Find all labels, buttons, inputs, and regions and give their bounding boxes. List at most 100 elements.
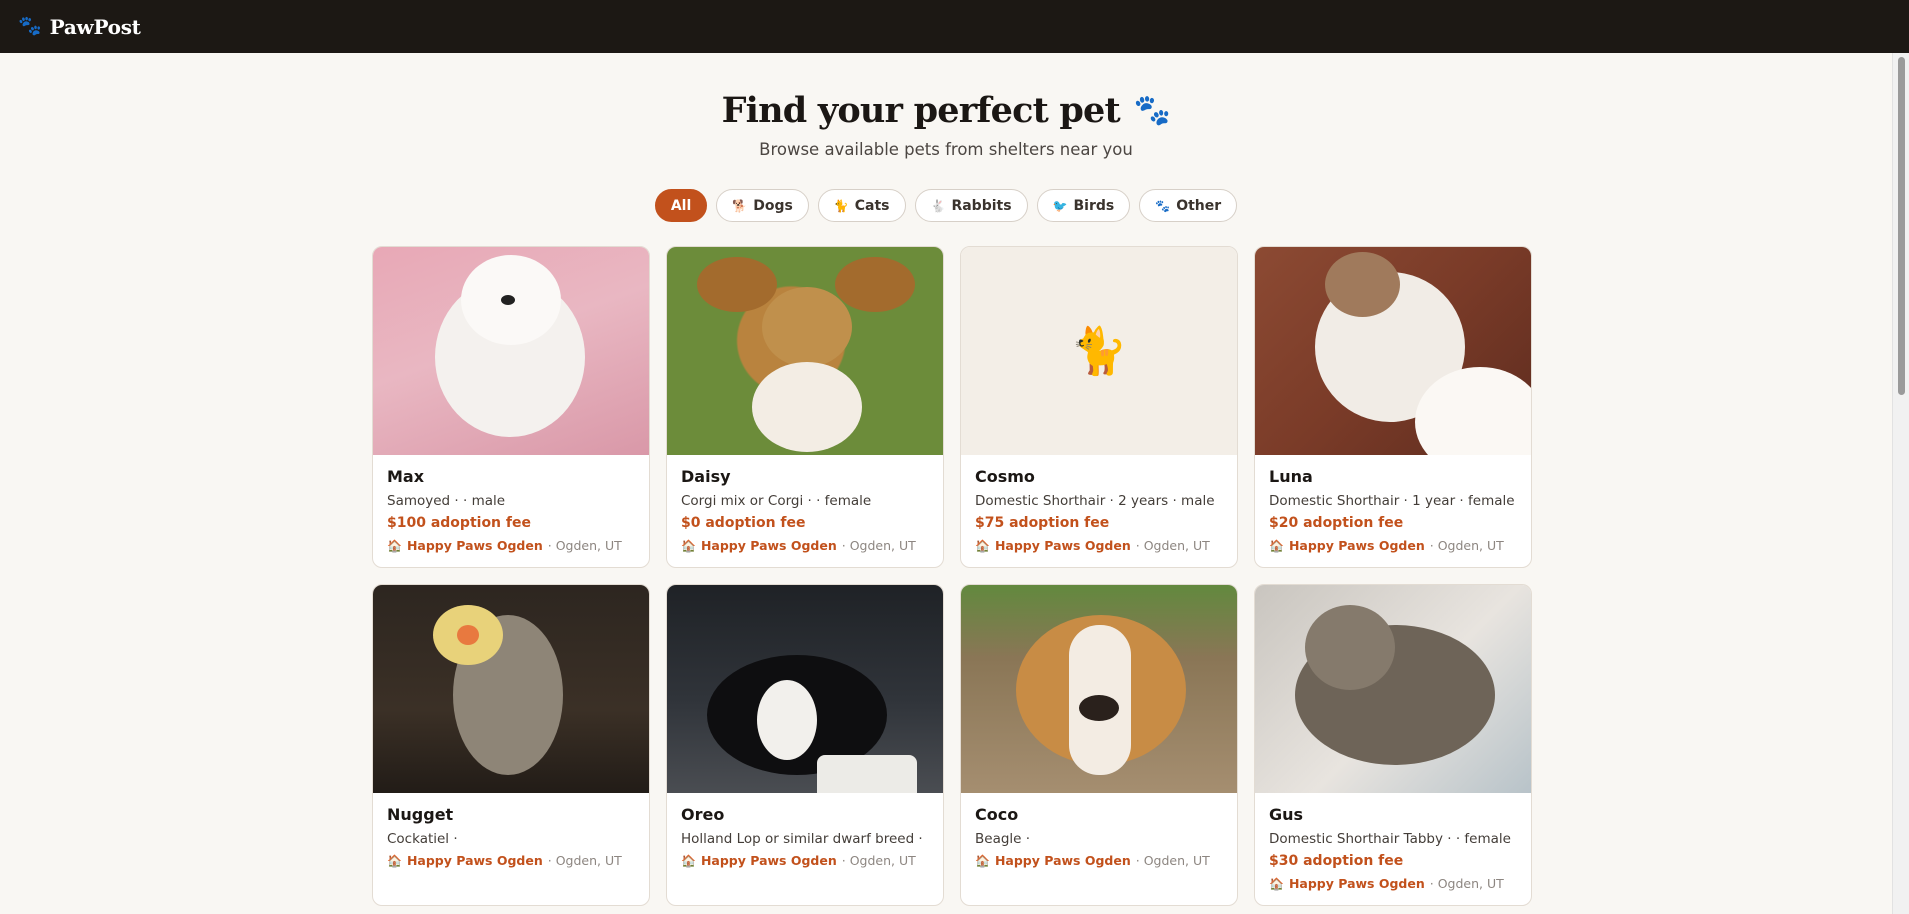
filter-all[interactable]: All [654, 189, 708, 222]
shelter-info: 🏠 Happy Paws Ogden · Ogden, UT [387, 538, 635, 553]
cat-icon: 🐈 [1070, 323, 1128, 378]
dog-icon: 🐕 [732, 198, 748, 213]
pet-name: Luna [1269, 467, 1313, 486]
pet-name: Max [387, 467, 425, 486]
filter-label: Dogs [753, 197, 793, 214]
filter-label: Other [1176, 197, 1222, 214]
filter-label: Cats [854, 197, 890, 214]
white-calico-cat-photo [1255, 247, 1531, 455]
shelter-info: 🏠 Happy Paws Ogden · Ogden, UT [975, 853, 1223, 868]
pet-card-oreo[interactable]: Oreo Holland Lop or similar dwarf breed … [666, 584, 944, 906]
shelter-location: · Ogden, UT [841, 538, 916, 553]
shelter-name-link[interactable]: Happy Paws Ogden [407, 538, 543, 553]
pet-name: Coco [975, 805, 1019, 824]
cat-patch-shape [1325, 252, 1400, 317]
house-icon: 🏠 [975, 538, 990, 553]
paw-icon: 🐾 [1155, 198, 1171, 213]
bird-icon: 🐦 [1052, 198, 1068, 213]
shelter-info: 🏠 Happy Paws Ogden · Ogden, UT [1269, 876, 1517, 891]
pet-details: Domestic Shorthair Tabby · · female [1269, 831, 1511, 847]
pet-details: Cockatiel · [387, 831, 458, 847]
page-title: Find your perfect pet 🐾 [722, 90, 1172, 131]
adoption-fee: $0 adoption fee [681, 515, 806, 531]
pet-details: Domestic Shorthair · 1 year · female [1269, 493, 1515, 509]
cockatiel-photo [373, 585, 649, 793]
filter-other[interactable]: 🐾 Other [1139, 189, 1238, 222]
filter-dogs[interactable]: 🐕 Dogs [716, 189, 809, 222]
shelter-location: · Ogden, UT [1429, 876, 1504, 891]
adoption-fee: $20 adoption fee [1269, 515, 1404, 531]
house-icon: 🏠 [387, 853, 402, 868]
house-icon: 🏠 [681, 853, 696, 868]
house-icon: 🏠 [1269, 538, 1284, 553]
scrollbar-thumb[interactable] [1898, 57, 1905, 395]
rabbit-white-band-shape [757, 680, 817, 760]
dog-ear-shape [697, 257, 777, 312]
page-scrollbar[interactable] [1892, 53, 1909, 914]
shelter-info: 🏠 Happy Paws Ogden · Ogden, UT [1269, 538, 1517, 553]
filter-label: Rabbits [951, 197, 1012, 214]
shelter-info: 🏠 Happy Paws Ogden · Ogden, UT [975, 538, 1223, 553]
filter-label: All [670, 197, 692, 214]
shelter-info: 🏠 Happy Paws Ogden · Ogden, UT [387, 853, 635, 868]
paw-prints-icon: 🐾 [1133, 93, 1171, 128]
shelter-name-link[interactable]: Happy Paws Ogden [701, 538, 837, 553]
hero-section: Find your perfect pet 🐾 Browse available… [0, 90, 1892, 159]
filter-cats[interactable]: 🐈 Cats [817, 189, 906, 222]
filter-birds[interactable]: 🐦 Birds [1036, 189, 1131, 222]
pet-card-daisy[interactable]: Daisy Corgi mix or Corgi · · female $0 a… [666, 246, 944, 568]
house-icon: 🏠 [681, 538, 696, 553]
shelter-location: · Ogden, UT [1135, 853, 1210, 868]
food-bowl-shape [817, 755, 917, 793]
brand-logo-link[interactable]: 🐾 PawPost [18, 15, 141, 39]
cat-head-shape [1305, 605, 1395, 690]
pet-name: Daisy [681, 467, 731, 486]
filter-rabbits[interactable]: 🐇 Rabbits [914, 189, 1028, 222]
house-icon: 🏠 [975, 853, 990, 868]
pet-grid: Max Samoyed · · male $100 adoption fee 🏠… [372, 246, 1532, 906]
tabby-cat-photo [1255, 585, 1531, 793]
dog-chest-shape [752, 362, 862, 452]
shelter-location: · Ogden, UT [547, 853, 622, 868]
pet-name: Nugget [387, 805, 454, 824]
shelter-name-link[interactable]: Happy Paws Ogden [995, 538, 1131, 553]
top-navbar: 🐾 PawPost [0, 0, 1909, 53]
dog-nose-shape [501, 295, 515, 305]
pet-name: Gus [1269, 805, 1304, 824]
cat-icon: 🐈 [833, 198, 849, 213]
adoption-fee: $100 adoption fee [387, 515, 531, 531]
house-icon: 🏠 [1269, 876, 1284, 891]
beagle-photo [961, 585, 1237, 793]
dog-on-grass-photo [667, 247, 943, 455]
shelter-name-link[interactable]: Happy Paws Ogden [1289, 538, 1425, 553]
adoption-fee: $30 adoption fee [1269, 853, 1404, 869]
dog-head-shape [762, 287, 852, 367]
shelter-location: · Ogden, UT [1135, 538, 1210, 553]
shelter-name-link[interactable]: Happy Paws Ogden [407, 853, 543, 868]
shelter-name-link[interactable]: Happy Paws Ogden [701, 853, 837, 868]
pet-name: Cosmo [975, 467, 1035, 486]
pet-card-gus[interactable]: Gus Domestic Shorthair Tabby · · female … [1254, 584, 1532, 906]
dog-nose-shape [1079, 695, 1119, 721]
pet-details: Holland Lop or similar dwarf breed · [681, 831, 923, 847]
shelter-name-link[interactable]: Happy Paws Ogden [995, 853, 1131, 868]
shelter-location: · Ogden, UT [547, 538, 622, 553]
pet-card-nugget[interactable]: Nugget Cockatiel · 🏠 Happy Paws Ogden · … [372, 584, 650, 906]
house-icon: 🏠 [387, 538, 402, 553]
pet-card-coco[interactable]: Coco Beagle · 🏠 Happy Paws Ogden · Ogden… [960, 584, 1238, 906]
shelter-info: 🏠 Happy Paws Ogden · Ogden, UT [681, 853, 929, 868]
black-white-rabbit-photo [667, 585, 943, 793]
pet-details: Corgi mix or Corgi · · female [681, 493, 872, 509]
dog-ear-shape [835, 257, 915, 312]
shelter-info: 🏠 Happy Paws Ogden · Ogden, UT [681, 538, 929, 553]
brand-name: PawPost [49, 14, 141, 39]
shelter-name-link[interactable]: Happy Paws Ogden [1289, 876, 1425, 891]
pet-details: Beagle · [975, 831, 1031, 847]
pet-card-max[interactable]: Max Samoyed · · male $100 adoption fee 🏠… [372, 246, 650, 568]
shelter-location: · Ogden, UT [841, 853, 916, 868]
samoyed-dog-photo [373, 247, 649, 455]
paw-icon: 🐾 [18, 15, 42, 37]
pet-card-cosmo[interactable]: 🐈 Cosmo Domestic Shorthair · 2 years · m… [960, 246, 1238, 568]
pet-card-luna[interactable]: Luna Domestic Shorthair · 1 year · femal… [1254, 246, 1532, 568]
pet-details: Domestic Shorthair · 2 years · male [975, 493, 1215, 509]
